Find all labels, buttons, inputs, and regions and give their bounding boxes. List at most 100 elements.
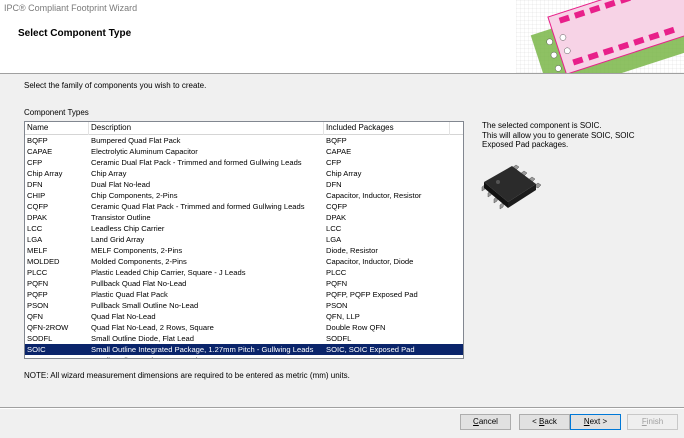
table-row[interactable]: SOJSmall Outline Package - J LeadsSOJ bbox=[25, 355, 463, 358]
row-description-cell: Pullback Quad Flat No-Lead bbox=[91, 279, 187, 288]
row-description-cell: Leadless Chip Carrier bbox=[91, 224, 165, 233]
selection-info: The selected component is SOIC. This wil… bbox=[482, 121, 662, 150]
row-packages-cell: QFN, LLP bbox=[326, 312, 360, 321]
next-button[interactable]: Next > bbox=[570, 414, 621, 430]
row-name-cell: LCC bbox=[27, 224, 43, 233]
row-description-cell: Dual Flat No-lead bbox=[91, 180, 151, 189]
wizard-header: IPC® Compliant Footprint Wizard Select C… bbox=[0, 0, 684, 74]
table-row[interactable]: MELF MELF Components, 2-Pins Diode, Resist… bbox=[25, 245, 463, 256]
table-row[interactable]: PQFP Plastic Quad Flat Pack PQFP, PQFP Exp… bbox=[25, 289, 463, 300]
row-description-cell: MELF Components, 2-Pins bbox=[91, 246, 183, 255]
instruction-text: Select the family of components you wish… bbox=[24, 81, 207, 90]
row-description-cell: Chip Components, 2-Pins bbox=[91, 191, 178, 200]
row-packages-cell: PLCC bbox=[326, 268, 347, 277]
row-packages-cell: PQFP, PQFP Exposed Pad bbox=[326, 290, 418, 299]
table-row[interactable]: LGA Land Grid Array LGA bbox=[25, 234, 463, 245]
metric-note: NOTE: All wizard measurement dimensions … bbox=[24, 371, 350, 380]
row-description-cell: Transistor Outline bbox=[91, 213, 151, 222]
table-row[interactable]: LCC Leadless Chip Carrier LCC bbox=[25, 223, 463, 234]
row-packages-cell: Capacitor, Inductor, Resistor bbox=[326, 191, 422, 200]
column-header-packages[interactable]: Included Packages bbox=[324, 122, 450, 135]
list-header: Name Description Included Packages bbox=[25, 122, 463, 135]
row-description-cell: Molded Components, 2-Pins bbox=[91, 257, 187, 266]
column-header-description[interactable]: Description bbox=[89, 122, 324, 135]
row-description-cell: Quad Flat No-Lead bbox=[91, 312, 156, 321]
next-label: ext > bbox=[589, 417, 608, 426]
table-row[interactable]: CAPAE Electrolytic Aluminum Capacitor CAPA… bbox=[25, 146, 463, 157]
row-name-cell: Chip Array bbox=[27, 169, 63, 178]
row-description-cell: Small Outline Package - J Leads bbox=[89, 355, 324, 358]
row-packages-cell: SOJ bbox=[324, 355, 463, 358]
row-packages-cell: Capacitor, Inductor, Diode bbox=[326, 257, 414, 266]
row-name-cell: QFN-2ROW bbox=[27, 323, 69, 332]
table-row[interactable]: SODFL Small Outline Diode, Flat Lead SODFL bbox=[25, 333, 463, 344]
row-name-cell: PSON bbox=[27, 301, 49, 310]
row-packages-cell: CAPAE bbox=[326, 147, 352, 156]
back-prefix: < bbox=[532, 417, 540, 426]
row-description-cell: Ceramic Dual Flat Pack - Trimmed and for… bbox=[91, 158, 302, 167]
cancel-button[interactable]: Cancel bbox=[460, 414, 511, 430]
row-name-cell: MOLDED bbox=[27, 257, 60, 266]
row-name-cell: MELF bbox=[27, 246, 48, 255]
row-name-cell: CQFP bbox=[27, 202, 49, 211]
row-packages-cell: Chip Array bbox=[326, 169, 362, 178]
row-name-cell: SOJ bbox=[25, 355, 89, 358]
row-description-cell: Small Outline Integrated Package, 1.27mm… bbox=[91, 345, 314, 354]
table-row[interactable]: BQFP Bumpered Quad Flat Pack BQFP bbox=[25, 135, 463, 146]
table-row[interactable]: DFN Dual Flat No-lead DFN bbox=[25, 179, 463, 190]
finish-button: Finish bbox=[627, 414, 678, 430]
window-title: IPC® Compliant Footprint Wizard bbox=[4, 3, 138, 13]
soic-chip-icon bbox=[481, 164, 542, 210]
row-packages-cell: CFP bbox=[326, 158, 342, 167]
row-description-cell: Pullback Small Outline No-Lead bbox=[91, 301, 199, 310]
table-row[interactable]: QFN-2ROW Quad Flat No-Lead, 2 Rows, Squar… bbox=[25, 322, 463, 333]
table-row[interactable]: PSON Pullback Small Outline No-Lead PSON bbox=[25, 300, 463, 311]
table-row[interactable]: CHIP Chip Components, 2-Pins Capacitor, In… bbox=[25, 190, 463, 201]
table-row[interactable]: DPAK Transistor Outline DPAK bbox=[25, 212, 463, 223]
table-row[interactable]: PQFN Pullback Quad Flat No-Lead PQFN bbox=[25, 278, 463, 289]
row-description-cell: Electrolytic Aluminum Capacitor bbox=[91, 147, 198, 156]
component-types-label: Component Types bbox=[24, 108, 89, 117]
table-row[interactable]: QFN Quad Flat No-Lead QFN, LLP bbox=[25, 311, 463, 322]
row-packages-cell: PSON bbox=[326, 301, 348, 310]
row-name-cell: BQFP bbox=[27, 136, 48, 145]
list-body: BQFP Bumpered Quad Flat Pack BQFP CAPAE Elec… bbox=[25, 135, 463, 358]
selection-info-line: Exposed Pad packages. bbox=[482, 140, 569, 149]
row-packages-cell: Double Row QFN bbox=[326, 323, 386, 332]
row-name-cell: QFN bbox=[27, 312, 44, 321]
column-header-name[interactable]: Name bbox=[25, 122, 89, 135]
row-name-cell: PQFP bbox=[27, 290, 48, 299]
table-row[interactable]: CQFP Ceramic Quad Flat Pack - Trimmed and… bbox=[25, 201, 463, 212]
row-packages-cell: Diode, Resistor bbox=[326, 246, 378, 255]
row-name-cell: PLCC bbox=[27, 268, 48, 277]
finish-label: inish bbox=[646, 417, 664, 426]
cancel-label: ancel bbox=[478, 417, 498, 426]
row-description-cell: Ceramic Quad Flat Pack - Trimmed and for… bbox=[91, 202, 305, 211]
row-name-cell: CAPAE bbox=[27, 147, 53, 156]
row-description-cell: Land Grid Array bbox=[91, 235, 145, 244]
back-label: ack bbox=[544, 417, 557, 426]
footer-divider bbox=[0, 407, 684, 409]
pcb-banner-image bbox=[516, 0, 684, 73]
back-button[interactable]: < Back bbox=[519, 414, 570, 430]
row-packages-cell: SOIC, SOIC Exposed Pad bbox=[326, 345, 415, 354]
row-packages-cell: LCC bbox=[326, 224, 342, 233]
selection-info-line: This will allow you to generate SOIC, SO… bbox=[482, 130, 635, 140]
row-packages-cell: PQFN bbox=[326, 279, 348, 288]
row-description-cell: Plastic Quad Flat Pack bbox=[91, 290, 168, 299]
table-row[interactable]: SOIC Small Outline Integrated Package, 1.… bbox=[25, 344, 463, 355]
row-name-cell: CFP bbox=[27, 158, 43, 167]
component-types-list[interactable]: Name Description Included Packages BQFP B… bbox=[24, 121, 464, 359]
row-name-cell: SOIC bbox=[27, 345, 46, 354]
row-packages-cell: CQFP bbox=[326, 202, 348, 211]
row-description-cell: Plastic Leaded Chip Carrier, Square - J … bbox=[91, 268, 246, 277]
row-name-cell: LGA bbox=[27, 235, 43, 244]
row-name-cell: SODFL bbox=[27, 334, 53, 343]
page-title: Select Component Type bbox=[18, 28, 132, 39]
row-name-cell: CHIP bbox=[27, 191, 46, 200]
table-row[interactable]: CFP Ceramic Dual Flat Pack - Trimmed and … bbox=[25, 157, 463, 168]
table-row[interactable]: Chip Array Chip Array Chip Array bbox=[25, 168, 463, 179]
table-row[interactable]: MOLDED Molded Components, 2-Pins Capacitor… bbox=[25, 256, 463, 267]
table-row[interactable]: PLCC Plastic Leaded Chip Carrier, Square … bbox=[25, 267, 463, 278]
row-name-cell: DFN bbox=[27, 180, 43, 189]
